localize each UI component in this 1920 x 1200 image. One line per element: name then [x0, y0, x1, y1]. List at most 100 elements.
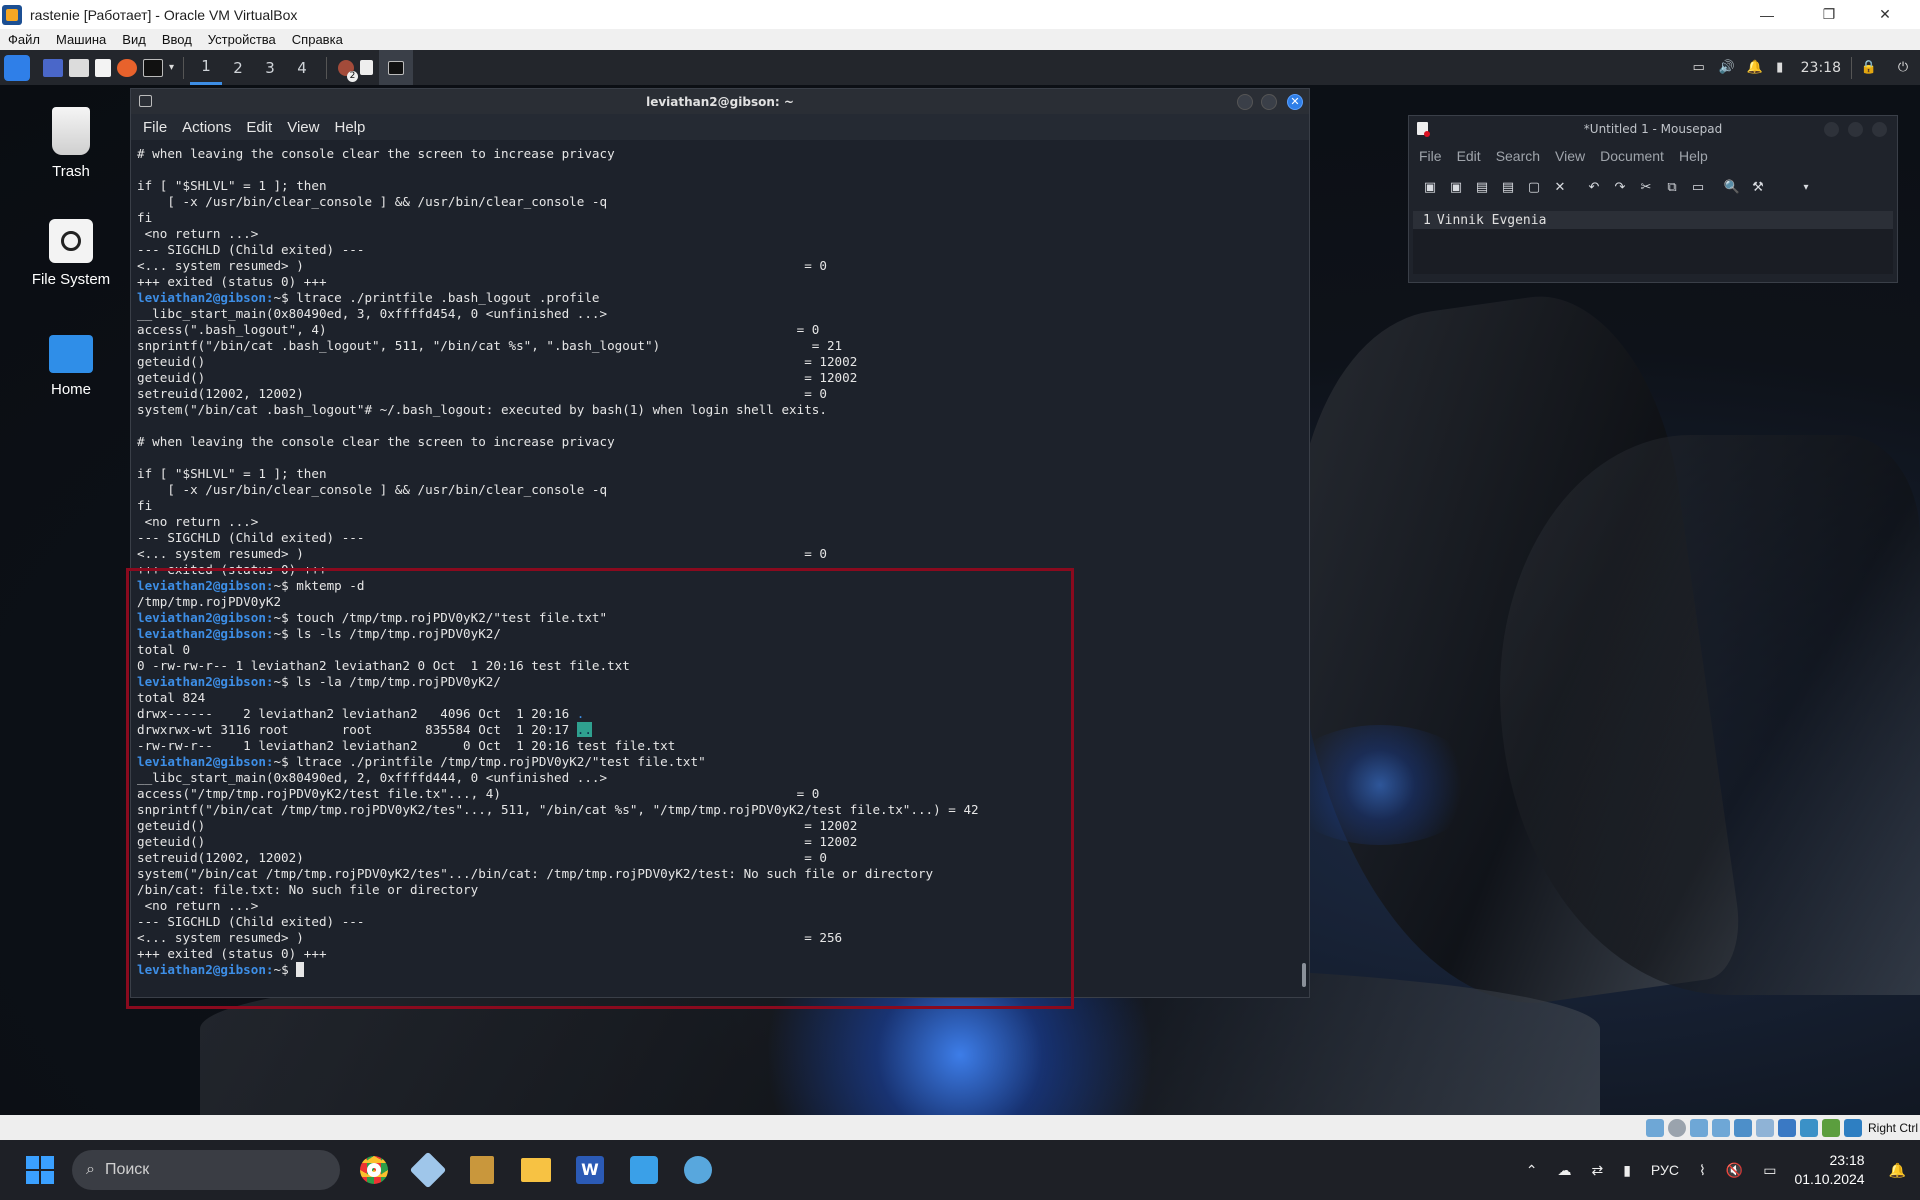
paint-icon[interactable] — [624, 1150, 664, 1190]
paste-icon[interactable]: ▭ — [1685, 180, 1711, 195]
windows-start-icon[interactable] — [26, 1156, 54, 1184]
maximize-button[interactable] — [1848, 122, 1863, 137]
battery-icon[interactable]: ▭ — [1763, 1162, 1776, 1179]
copy-icon[interactable]: ⧉ — [1659, 180, 1685, 195]
close-icon[interactable]: ✕ — [1287, 94, 1303, 110]
text-editor-icon[interactable] — [95, 50, 111, 85]
menu-help[interactable]: Help — [1679, 148, 1708, 164]
terminal-launcher-icon[interactable] — [143, 50, 163, 85]
task-terminal-icon[interactable] — [379, 50, 414, 85]
lock-icon[interactable]: 🔒 — [1855, 50, 1883, 85]
mousepad-window[interactable]: *Untitled 1 - Mousepad File Edit Search … — [1408, 115, 1898, 283]
display-icon[interactable] — [1777, 1118, 1796, 1137]
desktop-icon-file-system[interactable]: File System — [16, 219, 126, 288]
workspace-3[interactable]: 3 — [254, 50, 286, 85]
volume-muted-icon[interactable]: 🔇 — [1726, 1162, 1743, 1179]
menu-search[interactable]: Search — [1496, 148, 1540, 164]
settings-sliders-icon[interactable]: ⇄ — [1591, 1162, 1603, 1179]
chevron-up-icon[interactable]: ⌃ — [1526, 1162, 1538, 1179]
wifi-icon[interactable]: ⌇ — [1699, 1162, 1706, 1179]
search-icon[interactable]: 🔍 — [1719, 180, 1745, 195]
menu-help[interactable]: Справка — [284, 32, 351, 47]
reload-icon[interactable]: ▢ — [1521, 180, 1547, 195]
menu-file[interactable]: File — [143, 119, 167, 136]
file-explorer-icon[interactable] — [516, 1150, 556, 1190]
cpu-icon[interactable] — [1821, 1118, 1840, 1137]
menu-view[interactable]: Вид — [114, 32, 154, 47]
new-window-icon[interactable]: ▣ — [1443, 180, 1469, 195]
globe-app-icon[interactable] — [678, 1150, 718, 1190]
language-indicator[interactable]: РУС — [1651, 1162, 1679, 1178]
minimize-button[interactable] — [1824, 122, 1839, 137]
kali-menu-icon[interactable] — [4, 50, 30, 85]
maximize-button[interactable] — [1261, 94, 1277, 110]
archive-icon[interactable] — [462, 1150, 502, 1190]
restore-button[interactable]: ❐ — [1806, 0, 1852, 29]
file-manager-icon[interactable] — [69, 50, 89, 85]
meet-icon[interactable]: ▮ — [1623, 1162, 1631, 1179]
menu-view[interactable]: View — [1555, 148, 1585, 164]
desktop-icon-trash[interactable]: Trash — [16, 107, 126, 180]
mouse-integration-icon[interactable] — [1843, 1118, 1862, 1137]
menu-devices[interactable]: Устройства — [200, 32, 284, 47]
menu-input[interactable]: Ввод — [154, 32, 200, 47]
usb-icon[interactable] — [1733, 1118, 1752, 1137]
menu-machine[interactable]: Машина — [48, 32, 114, 47]
chrome-icon[interactable] — [354, 1150, 394, 1190]
audio-icon[interactable] — [1689, 1118, 1708, 1137]
volume-icon[interactable]: 🔊 — [1716, 50, 1738, 85]
workspace-2[interactable]: 2 — [222, 50, 254, 85]
terminal-title-bar[interactable]: leviathan2@gibson: ~ ✕ — [131, 89, 1309, 114]
menu-edit[interactable]: Edit — [246, 119, 272, 136]
show-desktop-icon[interactable] — [43, 50, 63, 85]
recording-icon[interactable] — [1799, 1118, 1818, 1137]
word-icon[interactable]: W — [570, 1150, 610, 1190]
virtualbox-taskbar-icon[interactable] — [408, 1150, 448, 1190]
save-icon[interactable]: ▤ — [1469, 180, 1495, 195]
onedrive-icon[interactable]: ☁ — [1557, 1162, 1571, 1179]
close-button[interactable] — [1872, 122, 1887, 137]
network-icon[interactable] — [1711, 1118, 1730, 1137]
taskbar-clock[interactable]: 23:18 01.10.2024 — [1794, 1151, 1864, 1189]
desktop-icon-home[interactable]: Home — [16, 329, 126, 398]
editor-line[interactable]: 1 Vinnik Evgenia — [1413, 211, 1893, 229]
menu-file[interactable]: Файл — [0, 32, 48, 47]
firefox-icon[interactable] — [117, 50, 137, 85]
minimize-button[interactable] — [1237, 94, 1253, 110]
task-app-icon[interactable]: 2 — [338, 50, 359, 85]
mousepad-editor[interactable]: 1 Vinnik Evgenia — [1413, 211, 1893, 274]
optical-drive-icon[interactable] — [1667, 1118, 1686, 1137]
terminal-line-text: [ -x /usr/bin/clear_console ] && /usr/bi… — [137, 194, 608, 209]
menu-view[interactable]: View — [287, 119, 319, 136]
terminal-scrollbar[interactable] — [1302, 963, 1306, 987]
undo-icon[interactable]: ↶ — [1581, 180, 1607, 195]
screen-icon[interactable]: ▭ — [1688, 50, 1710, 85]
workspace-4[interactable]: 4 — [286, 50, 318, 85]
chevron-down-icon[interactable]: ▾ — [169, 50, 174, 85]
power-icon[interactable]: ⏻ — [1889, 50, 1917, 85]
notification-bell-icon[interactable]: 🔔 — [1889, 1162, 1906, 1179]
menu-help[interactable]: Help — [334, 119, 365, 136]
menu-actions[interactable]: Actions — [182, 119, 231, 136]
menu-document[interactable]: Document — [1600, 148, 1664, 164]
menu-file[interactable]: File — [1419, 148, 1442, 164]
new-document-icon[interactable]: ▣ — [1417, 180, 1443, 195]
minimize-button[interactable]: — — [1744, 0, 1790, 29]
chevron-down-icon[interactable]: ▾ — [1793, 182, 1819, 193]
redo-icon[interactable]: ↷ — [1607, 180, 1633, 195]
panel-clock[interactable]: 23:18 — [1801, 50, 1841, 85]
mousepad-title-bar[interactable]: *Untitled 1 - Mousepad — [1409, 116, 1897, 142]
close-button[interactable]: ✕ — [1862, 0, 1908, 29]
menu-edit[interactable]: Edit — [1457, 148, 1481, 164]
hard-disk-icon[interactable] — [1645, 1118, 1664, 1137]
save-as-icon[interactable]: ▤ — [1495, 180, 1521, 195]
notification-bell-icon[interactable]: 🔔 — [1744, 50, 1766, 85]
taskbar-search[interactable]: ⌕ Поиск — [72, 1150, 340, 1190]
workspace-1[interactable]: 1 — [190, 50, 223, 85]
close-document-icon[interactable]: ✕ — [1547, 180, 1573, 195]
shared-folders-icon[interactable] — [1755, 1118, 1774, 1137]
battery-icon[interactable]: ▮ — [1772, 50, 1788, 85]
cut-icon[interactable]: ✂ — [1633, 180, 1659, 195]
find-replace-icon[interactable]: ⚒ — [1745, 180, 1771, 195]
task-mousepad-icon[interactable] — [360, 50, 374, 85]
